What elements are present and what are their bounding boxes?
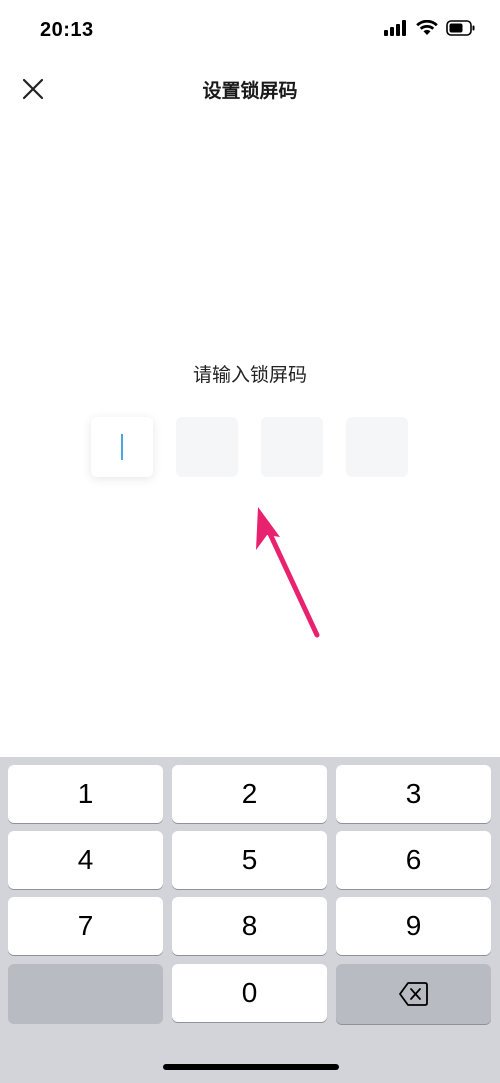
status-icons	[384, 20, 476, 36]
code-prompt: 请输入锁屏码	[192, 365, 307, 386]
status-time: 20:13	[40, 19, 94, 41]
key-7[interactable]: 7	[8, 897, 163, 955]
key-1[interactable]: 1	[8, 765, 163, 823]
code-digit-box-4[interactable]	[346, 417, 408, 477]
header: 设置锁屏码	[0, 62, 500, 118]
key-9[interactable]: 9	[336, 897, 491, 955]
annotation-arrow-icon	[256, 507, 320, 638]
key-2[interactable]: 2	[172, 765, 327, 823]
page-title: 设置锁屏码	[202, 81, 298, 102]
delete-key[interactable]	[336, 964, 491, 1024]
battery-icon	[446, 20, 475, 36]
numeric-keypad: 1 2 3 4 5 6 7 8 9 0	[0, 757, 500, 1083]
key-8[interactable]: 8	[172, 897, 327, 955]
backspace-icon	[398, 982, 428, 1006]
key-5[interactable]: 5	[172, 831, 327, 889]
code-digit-box-3[interactable]	[261, 417, 323, 477]
wifi-icon	[416, 20, 438, 35]
key-0[interactable]: 0	[172, 964, 327, 1022]
code-digit-box-2[interactable]	[176, 417, 238, 477]
key-6[interactable]: 6	[336, 831, 491, 889]
cellular-signal-icon	[384, 20, 406, 36]
status-bar: 20:13	[0, 0, 500, 62]
key-3[interactable]: 3	[336, 765, 491, 823]
code-input-group[interactable]	[91, 417, 408, 477]
key-4[interactable]: 4	[8, 831, 163, 889]
text-caret	[121, 434, 123, 460]
lock-screen-code-page: 20:13 设置锁屏码 请输入锁屏码 1 2 3 4 5 6 7 8 9 0	[0, 0, 500, 1083]
key-blank	[8, 964, 163, 1024]
code-digit-box-1[interactable]	[91, 417, 153, 477]
home-indicator[interactable]	[163, 1064, 339, 1070]
